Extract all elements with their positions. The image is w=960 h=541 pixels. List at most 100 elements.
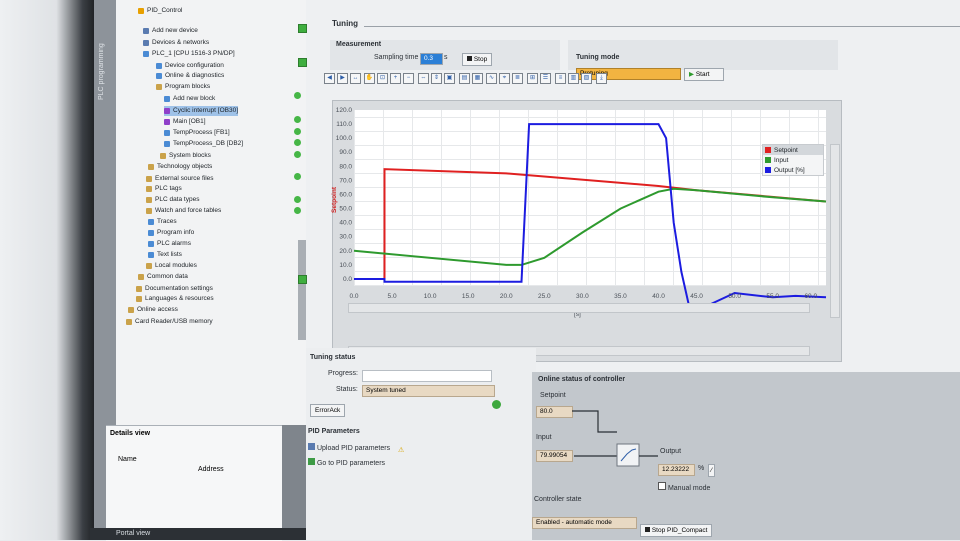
trend-scrollbar[interactable] (348, 303, 810, 313)
y-axis-label: Setpoint (331, 186, 338, 213)
task-strip[interactable] (298, 240, 306, 340)
y-tick-label: 50.0 (339, 206, 352, 213)
tree-item[interactable]: TempProcess_DB [DB2] (164, 139, 243, 149)
output-value: 12.23222 (658, 464, 695, 476)
manual-mode-checkbox[interactable] (658, 482, 666, 490)
goto-pid-row[interactable]: Go to PID parameters (308, 458, 385, 467)
y-tick-label: 30.0 (339, 234, 352, 241)
tree-item-icon (146, 176, 152, 182)
online-status-dot-icon (294, 116, 301, 123)
legend-entry[interactable]: Output [%] (763, 165, 823, 175)
tree-item[interactable]: Technology objects (148, 162, 212, 172)
tree-item-icon (146, 186, 152, 192)
tree-item-label: Card Reader/USB memory (135, 318, 213, 325)
x-tick-label: 15.0 (462, 293, 475, 300)
tree-item-label: TempProcess [FB1] (173, 129, 230, 136)
tree-item[interactable]: Documentation settings (136, 284, 213, 294)
details-col-address[interactable]: Address (198, 466, 224, 473)
tree-item[interactable]: Local modules (146, 261, 197, 271)
panel-divider[interactable] (282, 425, 306, 540)
tree-item[interactable]: Program info (148, 228, 194, 238)
tree-item[interactable]: PLC_1 [CPU 1516-3 PN/DP] (143, 49, 235, 59)
tree-item[interactable]: Card Reader/USB memory (126, 317, 213, 327)
tree-item[interactable]: PID_Control (138, 6, 182, 16)
error-ack-button[interactable]: ErrorAck (310, 404, 346, 417)
tree-item[interactable]: Online access (128, 305, 178, 315)
tree-item-icon (128, 307, 134, 313)
stop-pid-button[interactable]: Stop PID_Compact (640, 524, 713, 537)
tree-item[interactable]: Add new block (164, 94, 215, 104)
tree-item[interactable]: TempProcess [FB1] (164, 128, 230, 138)
tree-item[interactable]: Program blocks (156, 82, 210, 92)
details-view-title: Details view (110, 430, 151, 437)
y-tick-label: 60.0 (339, 191, 352, 198)
tree-item[interactable]: Add new device (143, 26, 198, 36)
manual-mode-row[interactable]: Manual mode (658, 482, 710, 492)
monitor-bezel (0, 0, 94, 540)
tree-item-label: Cyclic interrupt [OB30] (173, 107, 239, 114)
details-col-name[interactable]: Name (118, 456, 137, 463)
tree-item[interactable]: PLC tags (146, 184, 182, 194)
tree-item-label: PLC_1 [CPU 1516-3 PN/DP] (152, 50, 235, 57)
tree-item-label: Technology objects (157, 163, 213, 170)
tree-item-label: Watch and force tables (155, 207, 222, 214)
tree-item[interactable]: Text lists (148, 250, 182, 260)
tree-item[interactable]: PLC alarms (148, 239, 191, 249)
tree-item-icon (146, 208, 152, 214)
legend-entry[interactable]: Setpoint (763, 145, 823, 155)
portal-sidebar-label: PLC programming (98, 43, 105, 100)
tree-item-icon (136, 286, 142, 292)
tree-item-label: TempProcess_DB [DB2] (173, 140, 244, 147)
tree-item[interactable]: Cyclic interrupt [OB30] (164, 106, 239, 116)
x-tick-label: 10.0 (424, 293, 437, 300)
tree-item-label: External source files (155, 175, 214, 182)
y-tick-label: 110.0 (336, 121, 352, 128)
tree-item-icon (148, 252, 154, 258)
y-tick-label: 120.0 (336, 107, 353, 114)
x-tick-label: 25.0 (538, 293, 551, 300)
tree-item-label: Add new device (152, 27, 198, 34)
upload-pid-row[interactable]: Upload PID parameters (308, 443, 390, 452)
x-tick-label: 50.0 (728, 293, 741, 300)
trend-legend[interactable]: Setpoint Input Output [%] (762, 144, 824, 176)
trend-chart: 0.0 5.0 10.0 15.0 20.0 25.0 30.0 35.0 40.0 45.0 50… (331, 107, 827, 318)
portal-view-button[interactable]: Portal view (90, 528, 306, 540)
tree-item[interactable]: Device configuration (156, 61, 224, 71)
manual-value-button[interactable]: ⁄ (708, 464, 716, 477)
legend-swatch (765, 167, 771, 173)
tree-item[interactable]: Main [OB1] (164, 117, 206, 127)
tree-item-label: Device configuration (165, 62, 224, 69)
tree-item-label: Languages & resources (145, 295, 214, 302)
tree-item-icon (146, 263, 152, 269)
tree-item-icon (156, 73, 162, 79)
status-check-icon (298, 275, 307, 284)
tree-item[interactable]: PLC data types (146, 195, 199, 205)
tree-item-label: Program info (157, 229, 195, 236)
tree-item[interactable]: Devices & networks (143, 38, 209, 48)
tree-item[interactable]: Watch and force tables (146, 206, 221, 216)
tree-item-icon (164, 96, 170, 102)
output-label: Output (660, 448, 682, 455)
stop-pid-label: Stop PID_Compact (651, 527, 708, 534)
y-tick-label: 90.0 (339, 149, 352, 156)
tree-item-icon (138, 274, 144, 280)
tree-item-icon (136, 296, 142, 302)
tree-item-label: Documentation settings (145, 285, 213, 292)
tree-item[interactable]: Traces (148, 217, 177, 227)
y-tick-label: 80.0 (339, 163, 352, 170)
x-tick-label: 60.0 (804, 293, 817, 300)
tree-item-label: PLC tags (155, 185, 182, 192)
setpoint-connector (572, 410, 617, 433)
tree-item[interactable]: External source files (146, 174, 214, 184)
tree-item[interactable]: Languages & resources (136, 294, 214, 304)
tree-item[interactable]: Online & diagnostics (156, 71, 224, 81)
tree-item[interactable]: System blocks (160, 151, 211, 161)
tree-item[interactable]: Common data (138, 272, 188, 282)
online-status-dot-icon (294, 207, 301, 214)
stop-pid-icon (645, 527, 650, 532)
legend-label: Setpoint (774, 146, 798, 154)
tree-item-label: Online access (137, 306, 178, 313)
trend-vertical-scrollbar[interactable] (830, 144, 840, 318)
legend-entry[interactable]: Input (763, 155, 823, 165)
tree-item-label: Traces (157, 218, 177, 225)
